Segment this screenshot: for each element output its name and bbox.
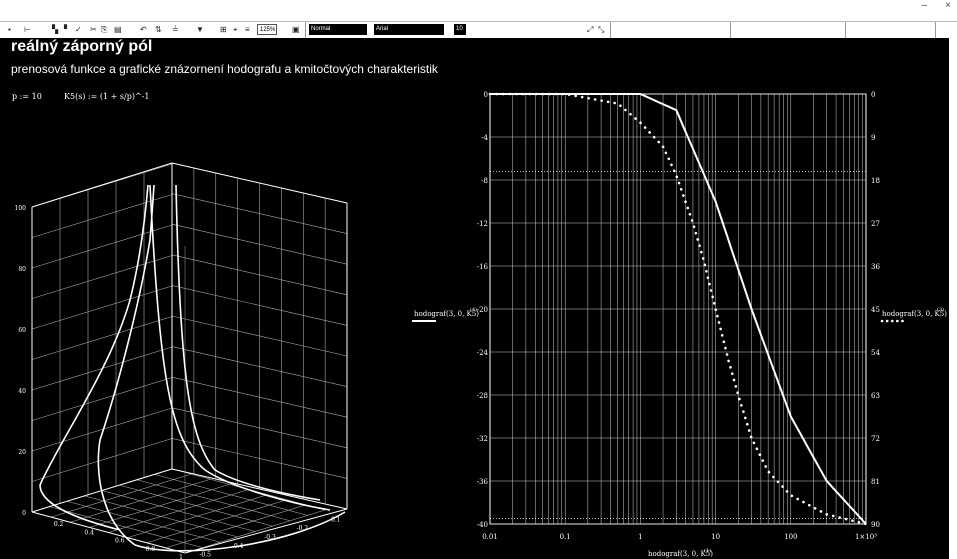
y-right-tick-label: 90 [871, 521, 880, 529]
y-right-tick-label: 45 [871, 306, 880, 314]
y-left-tick-label: -36 [477, 478, 489, 486]
bode-chart[interactable]: 0.01 0.1 1 10 100 1×10³0-4-8-12-16-20-24-28-3… [0, 0, 957, 559]
y-right-tick-label: 36 [871, 263, 880, 271]
y-right-tick-label: 27 [871, 220, 880, 228]
y-left-tick-label: -8 [481, 177, 488, 185]
x-tick-label: 100 [784, 533, 797, 541]
y-right-tick-label: 81 [871, 478, 880, 486]
y-right-axis-label-sup: (3) [937, 306, 944, 313]
y-right-tick-label: 63 [871, 392, 880, 400]
x-tick-label: 1×10³ [855, 533, 877, 541]
y-left-tick-label: -16 [477, 263, 489, 271]
y-right-tick-label: 0 [871, 91, 875, 99]
y-right-tick-label: 18 [871, 177, 880, 185]
y-left-tick-label: 0 [484, 91, 488, 99]
x-tick-label: 0.01 [482, 533, 498, 541]
y-right-tick-label: 72 [871, 435, 880, 443]
x-tick-label: 1 [638, 533, 642, 541]
x-tick-label: 0.1 [560, 533, 571, 541]
y-left-tick-label: -12 [477, 220, 488, 228]
y-left-tick-label: -4 [481, 134, 488, 142]
y-left-axis-label-sup: (4) [470, 306, 477, 313]
y-left-tick-label: -24 [477, 349, 489, 357]
x-axis-label-sup: (1) [704, 547, 711, 554]
y-right-tick-label: 9 [871, 134, 875, 142]
x-tick-label: 10 [711, 533, 720, 541]
y-left-tick-label: -28 [477, 392, 488, 400]
y-right-tick-label: 54 [871, 349, 880, 357]
y-left-tick-label: -40 [477, 521, 488, 529]
y-left-tick-label: -32 [477, 435, 488, 443]
